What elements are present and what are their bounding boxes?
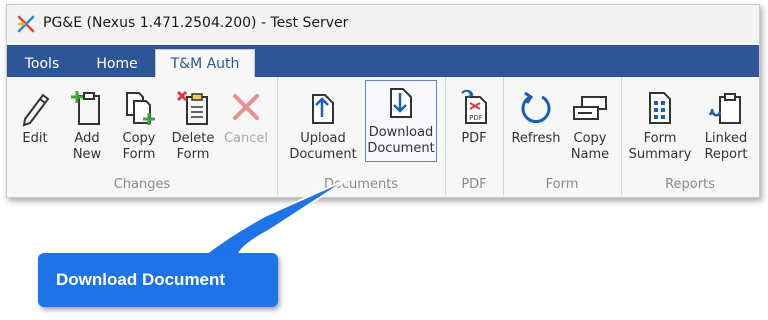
callout-download-document: Download Document: [38, 253, 278, 307]
